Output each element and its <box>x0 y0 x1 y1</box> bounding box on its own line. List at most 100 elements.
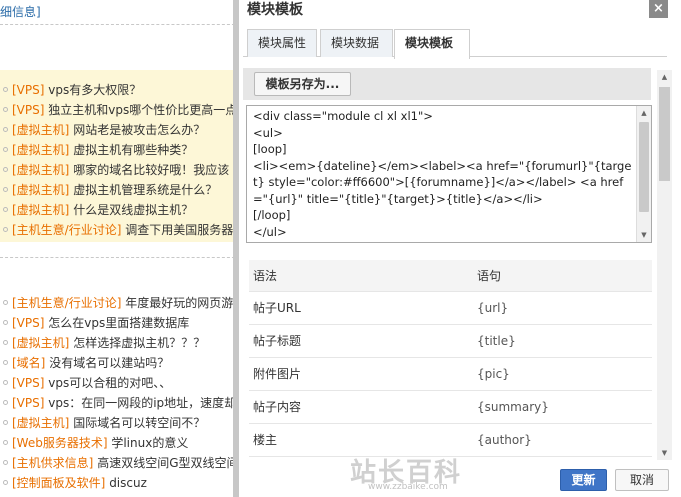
scroll-down-icon[interactable]: ▼ <box>637 228 651 242</box>
tab-module-template[interactable]: 模块模板 <box>394 29 470 59</box>
syntax-statement-cell[interactable]: {title} <box>473 324 652 358</box>
thread-title-link[interactable]: 怎样选择虚拟主机？？？ <box>69 336 205 350</box>
thread-title-link[interactable]: vps有多大权限？ <box>44 83 141 97</box>
list-item: [虚拟主机] 怎样选择虚拟主机？？？ <box>3 333 239 353</box>
thread-title-link[interactable]: discuz <box>105 476 147 490</box>
category-link[interactable]: [VPS] <box>12 103 44 117</box>
syntax-name-cell: 帖子标题 <box>249 324 473 358</box>
detail-link[interactable]: 细信息] <box>0 3 41 20</box>
syntax-statement-cell[interactable]: {url} <box>473 291 652 325</box>
dialog-scrollbar[interactable]: ▲ ▼ <box>657 70 672 460</box>
category-link[interactable]: [虚拟主机] <box>12 416 69 430</box>
scroll-up-icon[interactable]: ▲ <box>637 106 651 120</box>
cancel-button[interactable]: 取消 <box>615 469 669 491</box>
dialog-content: 模板另存为... <div class="module cl xl xl1"> … <box>243 58 668 497</box>
syntax-name-cell: 楼主 <box>249 423 473 457</box>
category-link[interactable]: [Web服务器技术] <box>12 436 108 450</box>
category-link[interactable]: [虚拟主机] <box>12 203 69 217</box>
bullet-icon <box>3 207 8 212</box>
tab-module-data[interactable]: 模块数据 <box>320 29 393 57</box>
thread-title-link[interactable]: 调查下用美国服务器 <box>121 223 233 237</box>
category-link[interactable]: [虚拟主机] <box>12 143 69 157</box>
syntax-name-cell: 帖子URL <box>249 291 473 325</box>
thread-title-link[interactable]: 国际域名可以转空间不？ <box>69 416 205 430</box>
thread-title-link[interactable]: vps：在同一网段的ip地址，速度却 <box>44 396 236 410</box>
category-link[interactable]: [主机供求信息] <box>12 456 93 470</box>
thread-title-link[interactable]: 独立主机和vps哪个性价比更高一点 <box>44 103 237 117</box>
dialog-title: 模块模板 <box>247 2 303 18</box>
tab-module-properties[interactable]: 模块属性 <box>247 29 317 57</box>
syntax-header: 语法 <box>249 260 473 292</box>
template-code[interactable]: <div class="module cl xl xl1"> <ul> [loo… <box>253 108 637 240</box>
list-item: [Web服务器技术] 学linux的意义 <box>3 433 239 453</box>
close-button[interactable]: × <box>649 0 668 18</box>
module-template-dialog: 模块模板 × 模块属性 模块数据 模块模板 模板另存为... <div clas… <box>233 0 681 497</box>
list-item: [VPS] vps：在同一网段的ip地址，速度却 <box>3 393 239 413</box>
thread-title-link[interactable]: 哪家的域名比较好哦！我应该 <box>69 163 229 177</box>
bullet-icon <box>3 87 8 92</box>
table-row: 附件图片 {pic} <box>249 357 652 391</box>
scroll-thumb[interactable] <box>659 87 670 181</box>
category-link[interactable]: [VPS] <box>12 396 44 410</box>
list-item: [主机生意/行业讨论] 调查下用美国服务器 <box>3 220 237 240</box>
bullet-icon <box>3 320 8 325</box>
list-item: [控制面板及软件] discuz <box>3 473 239 493</box>
list-item: [VPS] 怎么在vps里面搭建数据库 <box>3 313 239 333</box>
save-template-as-button[interactable]: 模板另存为... <box>254 72 351 96</box>
list-item: [域名] 没有域名可以建站吗？ <box>3 353 239 373</box>
syntax-statement-cell[interactable]: {pic} <box>473 357 652 391</box>
category-link[interactable]: [域名] <box>12 356 45 370</box>
category-link[interactable]: [虚拟主机] <box>12 336 69 350</box>
thread-title-link[interactable]: vps可以合租的对吧、、 <box>44 376 171 390</box>
bullet-icon <box>3 107 8 112</box>
thread-title-link[interactable]: 怎么在vps里面搭建数据库 <box>44 316 189 330</box>
bullet-icon <box>3 440 8 445</box>
category-link[interactable]: [VPS] <box>12 83 44 97</box>
thread-title-link[interactable]: 什么是双线虚拟主机？ <box>69 203 193 217</box>
thread-title-link[interactable]: 网站老是被攻击怎么办？ <box>69 123 205 137</box>
bullet-icon <box>3 127 8 132</box>
bullet-icon <box>3 187 8 192</box>
category-link[interactable]: [VPS] <box>12 316 44 330</box>
thread-title-link[interactable]: 虚拟主机有哪些种类？ <box>69 143 193 157</box>
divider <box>0 24 240 25</box>
syntax-statement-cell[interactable]: {summary} <box>473 390 652 424</box>
bullet-icon <box>3 460 8 465</box>
bullet-icon <box>3 380 8 385</box>
background-page: 细信息] [VPS] vps有多大权限？ [VPS] 独立主机和vps哪个性价比更… <box>0 0 240 497</box>
thread-title-link[interactable]: 没有域名可以建站吗？ <box>45 356 169 370</box>
category-link[interactable]: [VPS] <box>12 376 44 390</box>
scroll-down-icon[interactable]: ▼ <box>657 446 672 460</box>
list-item: [虚拟主机] 国际域名可以转空间不？ <box>3 413 239 433</box>
scroll-up-icon[interactable]: ▲ <box>657 70 672 84</box>
category-link[interactable]: [虚拟主机] <box>12 123 69 137</box>
table-row: 帖子标题 {title} <box>249 324 652 358</box>
category-link[interactable]: [虚拟主机] <box>12 183 69 197</box>
thread-title-link[interactable]: 学linux的意义 <box>108 436 188 450</box>
table-row: 帖子内容 {summary} <box>249 390 652 424</box>
thread-title-link[interactable]: 年度最好玩的网页游 <box>121 296 233 310</box>
list-item: [VPS] vps可以合租的对吧、、 <box>3 373 239 393</box>
thread-list-2: [主机生意/行业讨论] 年度最好玩的网页游 [VPS] 怎么在vps里面搭建数据库… <box>3 293 239 493</box>
update-button[interactable]: 更新 <box>560 469 607 491</box>
category-link[interactable]: [虚拟主机] <box>12 163 69 177</box>
bullet-icon <box>3 400 8 405</box>
list-item: [虚拟主机] 虚拟主机有哪些种类？ <box>3 140 237 160</box>
thread-title-link[interactable]: 虚拟主机管理系统是什么？ <box>69 183 217 197</box>
list-item: [虚拟主机] 虚拟主机管理系统是什么？ <box>3 180 237 200</box>
thread-title-link[interactable]: 高速双线空间G型双线空间 <box>93 456 238 470</box>
bullet-icon <box>3 300 8 305</box>
list-item: [主机供求信息] 高速双线空间G型双线空间 <box>3 453 239 473</box>
category-link[interactable]: [控制面板及软件] <box>12 476 105 490</box>
code-scrollbar[interactable]: ▲ ▼ <box>636 106 651 242</box>
list-item: [虚拟主机] 什么是双线虚拟主机？ <box>3 200 237 220</box>
syntax-statement-cell[interactable]: {author} <box>473 423 652 457</box>
category-link[interactable]: [主机生意/行业讨论] <box>12 223 121 237</box>
template-code-textarea[interactable]: <div class="module cl xl xl1"> <ul> [loo… <box>246 105 652 243</box>
category-link[interactable]: [主机生意/行业讨论] <box>12 296 121 310</box>
list-item: [主机生意/行业讨论] 年度最好玩的网页游 <box>3 293 239 313</box>
bullet-icon <box>3 340 8 345</box>
bullet-icon <box>3 227 8 232</box>
thread-list-1: [VPS] vps有多大权限？ [VPS] 独立主机和vps哪个性价比更高一点 [虚… <box>3 80 237 240</box>
scroll-thumb[interactable] <box>639 122 649 212</box>
